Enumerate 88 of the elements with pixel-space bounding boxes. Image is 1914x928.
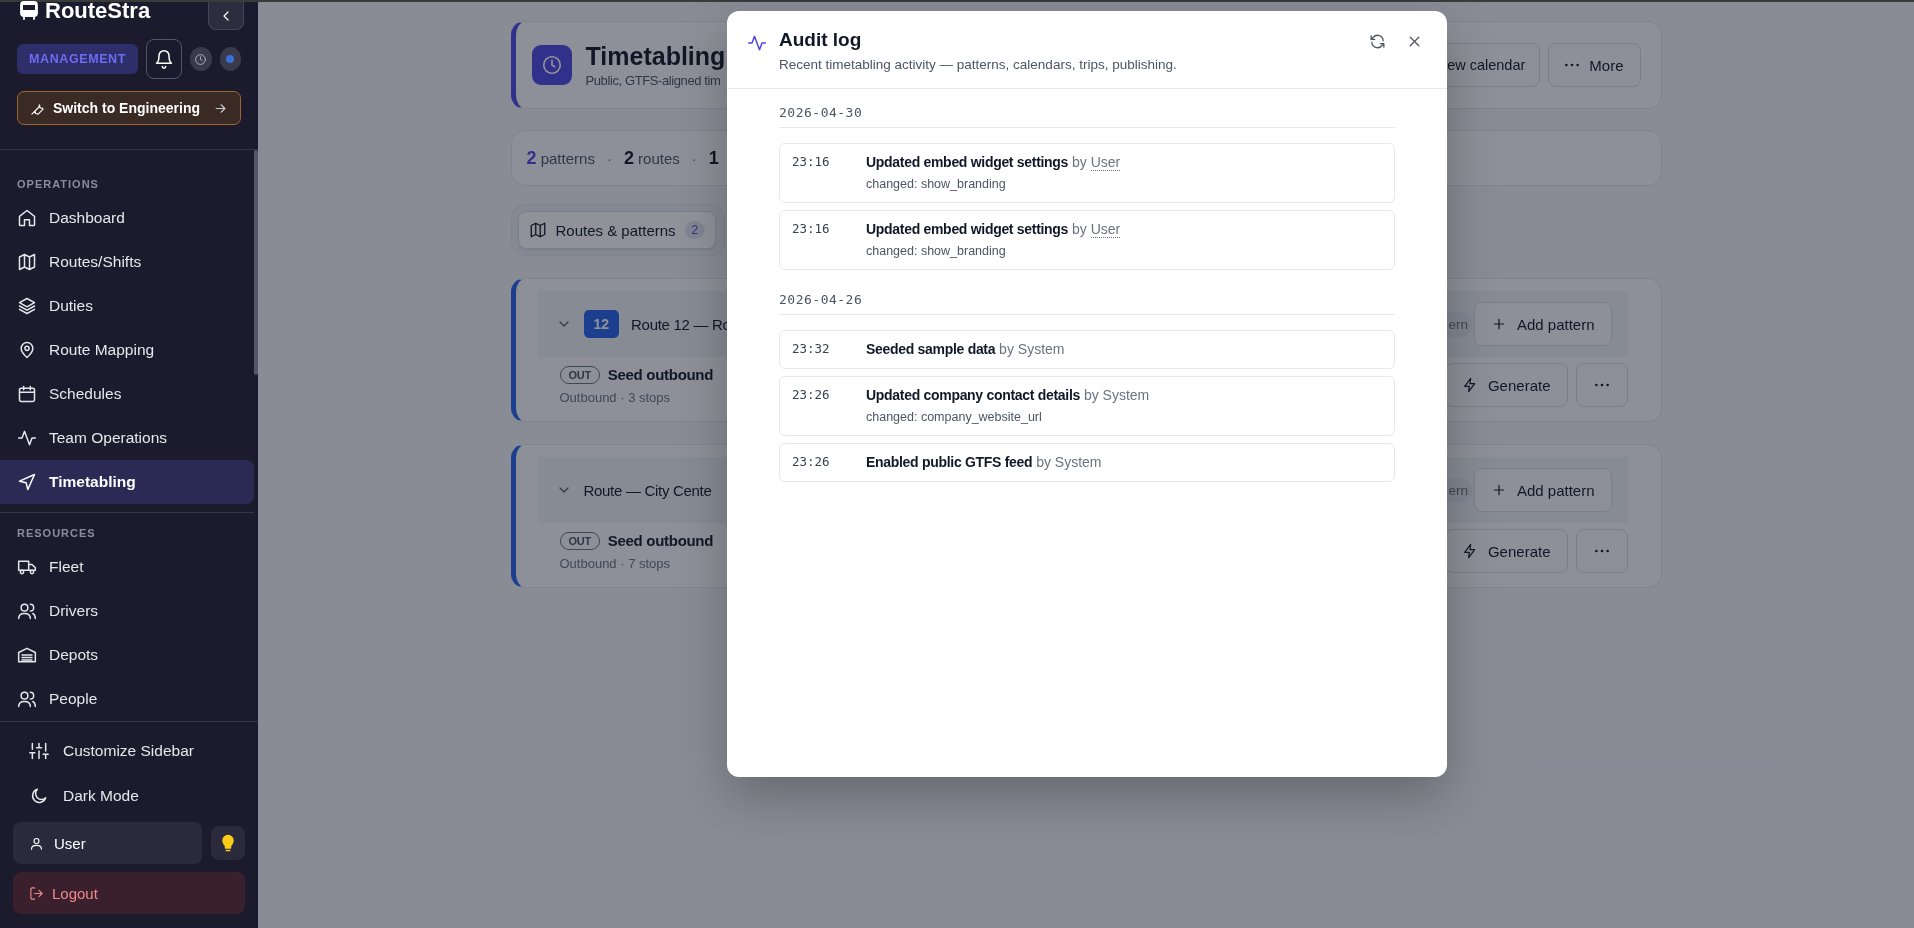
nav-item[interactable]: Drivers — [0, 589, 254, 633]
status-button[interactable] — [219, 47, 241, 71]
entry-detail: changed: show_branding — [866, 177, 1007, 191]
logout-button[interactable]: Logout — [13, 872, 245, 914]
truck-icon — [17, 557, 37, 577]
add-pattern-button[interactable]: Add pattern — [1473, 468, 1612, 512]
generate-button[interactable]: Generate — [1444, 529, 1568, 573]
sidebar-action[interactable]: Customize Sidebar — [13, 728, 245, 773]
pattern-meta: Outbound · 7 stops — [559, 555, 671, 571]
nav-item[interactable]: Schedules — [0, 372, 254, 416]
pattern-name: Seed outbound — [607, 532, 714, 549]
user-icon — [29, 835, 44, 851]
more-dots-icon — [1594, 383, 1609, 387]
garage-icon — [17, 645, 37, 665]
entry-time: 23:26 — [792, 454, 831, 470]
nav-item[interactable]: Team Operations — [0, 416, 254, 460]
sliders-icon — [29, 740, 49, 761]
tab[interactable]: Routes & patterns 2 — [517, 211, 717, 249]
navigation-arrow-icon — [17, 472, 37, 492]
separator-dot: · — [606, 149, 612, 167]
status-dot — [226, 55, 235, 63]
bell-icon — [154, 49, 174, 69]
map-icon — [17, 252, 37, 272]
entry-time: 23:26 — [792, 387, 831, 404]
scrollbar-thumb[interactable] — [254, 150, 258, 375]
entry-detail: changed: company_website_url — [866, 410, 1043, 424]
page-subtitle: Public, GTFS-aligned tim — [585, 73, 722, 88]
nav-item[interactable]: Routes/Shifts — [0, 240, 254, 284]
user-button[interactable]: User — [13, 822, 202, 864]
more-button[interactable]: More — [1548, 43, 1641, 87]
role-badge: MANAGEMENT — [17, 44, 138, 74]
date-heading: 2026-04-30 — [779, 105, 1395, 128]
dialog-title: Audit log — [779, 29, 863, 51]
entry-detail: changed: show_branding — [866, 244, 1007, 258]
route-name: Route — City Cente — [583, 481, 712, 499]
entry-time: 23:16 — [792, 221, 831, 238]
entry-text: Updated company contact details by System — [866, 387, 1150, 403]
nav-item[interactable]: Fleet — [0, 545, 254, 589]
separator-dot: · — [691, 149, 697, 167]
logout-icon — [29, 885, 44, 901]
entry-time: 23:32 — [792, 341, 831, 357]
pulse-icon — [17, 428, 37, 448]
date-heading: 2026-04-26 — [779, 292, 1395, 315]
generate-button[interactable]: Generate — [1444, 363, 1568, 407]
section-label: RESOURCES — [16, 526, 97, 541]
refresh-icon — [1369, 33, 1386, 50]
map-pin-icon — [17, 340, 37, 360]
clock-glyph-icon — [540, 54, 563, 76]
nav-item[interactable]: Route Mapping — [0, 328, 254, 372]
sidebar-action[interactable]: Dark Mode — [13, 773, 245, 818]
stat: 1 — [708, 147, 719, 169]
more-dots-icon — [1565, 63, 1580, 67]
page-title: Timetabling — [585, 42, 726, 71]
nav-item[interactable]: Dashboard — [0, 196, 254, 240]
nav-item[interactable]: Duties — [0, 284, 254, 328]
entry-text: Updated embed widget settings by User — [866, 221, 1121, 237]
pattern-meta: Outbound · 3 stops — [559, 389, 671, 405]
nav-item[interactable]: People — [0, 677, 254, 721]
nav-item[interactable]: Timetabling — [0, 460, 254, 504]
add-pattern-button[interactable]: Add pattern — [1473, 302, 1612, 346]
collapse-button[interactable] — [208, 2, 244, 30]
entry-time: 23:16 — [792, 154, 831, 171]
house-icon — [17, 208, 37, 228]
people-icon — [17, 689, 37, 709]
map-icon — [528, 221, 547, 239]
entry-text: Seeded sample data by System — [866, 341, 1065, 357]
pulse-icon — [747, 33, 767, 53]
route-badge: 12 — [583, 310, 620, 338]
stat: 2 patterns — [526, 147, 595, 169]
dialog-subtitle: Recent timetabling activity — patterns, calendars, trips, publishing. — [779, 57, 1178, 72]
clock-button[interactable] — [190, 47, 212, 71]
tips-button[interactable] — [211, 826, 245, 860]
nav-item[interactable]: Depots — [0, 633, 254, 677]
lightning-icon — [1461, 543, 1478, 559]
entry-text: Enabled public GTFS feed by System — [866, 454, 1102, 470]
stat: 2 routes — [623, 147, 680, 169]
brand-name: RouteStra — [45, 0, 151, 24]
people-icon — [17, 601, 37, 621]
switch-mode-button[interactable]: Switch to Engineering — [17, 91, 241, 125]
section-label: OPERATIONS — [16, 177, 100, 192]
pattern-name: Seed outbound — [607, 366, 714, 383]
lightning-icon — [1461, 377, 1478, 393]
notifications-button[interactable] — [145, 39, 182, 79]
layers-icon — [17, 296, 37, 316]
entry-text: Updated embed widget settings by User — [866, 154, 1121, 170]
clock-icon — [194, 52, 208, 66]
calendar-icon — [17, 384, 37, 404]
more-dots-icon — [1594, 549, 1609, 553]
